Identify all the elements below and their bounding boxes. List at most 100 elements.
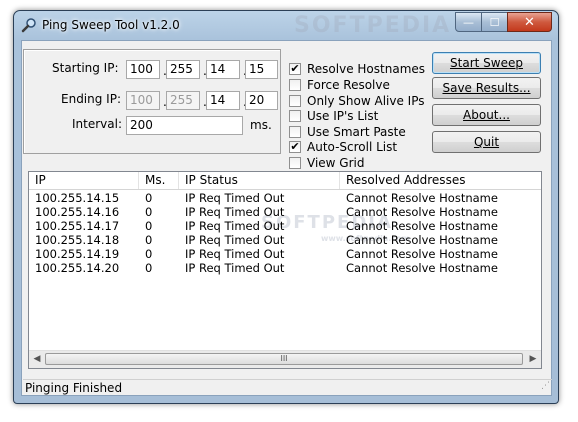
status-bar: Pinging Finished ⋰ (23, 379, 552, 396)
option-label: Force Resolve (307, 78, 390, 92)
cell-status: IP Req Timed Out (185, 261, 285, 275)
option-label: Only Show Alive IPs (307, 94, 425, 108)
cell-resolved: Cannot Resolve Hostname (346, 219, 498, 233)
minimize-button[interactable]: — (455, 12, 482, 32)
client-area: Starting IP: 100 . 255 . 14 . 15 Ending … (21, 40, 552, 396)
start-sweep-label: Start Sweep (450, 56, 523, 70)
ending-ip-octet-1: 100 (126, 91, 160, 110)
table-row[interactable]: 100.255.14.15 0 IP Req Timed Out Cannot … (29, 191, 530, 205)
window-title: Ping Sweep Tool v1.2.0 (42, 18, 180, 32)
option-resolve-hostnames[interactable]: ✔ Resolve Hostnames (289, 61, 425, 77)
cell-resolved: Cannot Resolve Hostname (346, 261, 498, 275)
about-button[interactable]: About... (432, 104, 541, 126)
ending-ip-octet-4[interactable]: 20 (245, 91, 278, 110)
scroll-right-icon[interactable]: ▶ (526, 353, 540, 366)
ending-ip-octet-2: 255 (166, 91, 200, 110)
cell-ms: 0 (145, 219, 153, 233)
results-header: IP Ms. IP Status Resolved Addresses (29, 172, 541, 190)
option-force-resolve[interactable]: Force Resolve (289, 77, 390, 93)
save-results-button[interactable]: Save Results... (432, 77, 541, 99)
cell-ip: 100.255.14.15 (35, 191, 120, 205)
maximize-icon: ☐ (489, 15, 500, 29)
option-label: Auto-Scroll List (307, 140, 398, 154)
cell-status: IP Req Timed Out (185, 205, 285, 219)
checkbox[interactable]: ✔ (289, 63, 301, 75)
cell-resolved: Cannot Resolve Hostname (346, 247, 498, 261)
horizontal-scrollbar[interactable]: ◀ III ▶ (29, 350, 541, 368)
ending-ip-label: Ending IP: (61, 92, 121, 106)
minimize-icon: — (463, 15, 474, 29)
checkbox[interactable]: ✔ (289, 141, 301, 153)
magnifier-icon (21, 18, 36, 33)
option-only-show-alive[interactable]: Only Show Alive IPs (289, 93, 425, 109)
maximize-button[interactable]: ☐ (481, 12, 508, 32)
cell-ip: 100.255.14.20 (35, 261, 120, 275)
table-row[interactable]: 100.255.14.17 0 IP Req Timed Out Cannot … (29, 219, 530, 233)
results-list[interactable]: IP Ms. IP Status Resolved Addresses SOFT… (28, 171, 542, 369)
scroll-left-icon[interactable]: ◀ (30, 353, 44, 366)
option-label: Resolve Hostnames (307, 62, 426, 76)
cell-ms: 0 (145, 233, 153, 247)
about-label: About... (463, 108, 510, 122)
cell-status: IP Req Timed Out (185, 247, 285, 261)
starting-ip-octet-4[interactable]: 15 (245, 60, 278, 79)
cell-status: IP Req Timed Out (185, 233, 285, 247)
cell-ms: 0 (145, 191, 153, 205)
cell-status: IP Req Timed Out (185, 191, 285, 205)
option-auto-scroll[interactable]: ✔ Auto-Scroll List (289, 139, 397, 155)
starting-ip-octet-1[interactable]: 100 (126, 60, 160, 79)
results-rows: 100.255.14.15 0 IP Req Timed Out Cannot … (29, 191, 530, 275)
title-bar[interactable]: Ping Sweep Tool v1.2.0 SOFTPEDIA — ☐ ✕ (14, 11, 558, 39)
cell-ms: 0 (145, 247, 153, 261)
cell-ip: 100.255.14.18 (35, 233, 120, 247)
table-row[interactable]: 100.255.14.16 0 IP Req Timed Out Cannot … (29, 205, 530, 219)
checkbox[interactable] (289, 110, 301, 122)
app-window: Ping Sweep Tool v1.2.0 SOFTPEDIA — ☐ ✕ S… (13, 10, 559, 404)
column-header-status[interactable]: IP Status (179, 172, 340, 189)
option-use-ips-list[interactable]: Use IP's List (289, 108, 378, 124)
quit-label: Quit (473, 135, 500, 149)
starting-ip-octet-2[interactable]: 255 (166, 60, 200, 79)
cell-ms: 0 (145, 205, 153, 219)
table-row[interactable]: 100.255.14.20 0 IP Req Timed Out Cannot … (29, 261, 530, 275)
checkbox[interactable] (289, 79, 301, 91)
checkbox[interactable] (289, 126, 301, 138)
quit-button[interactable]: Quit (432, 131, 541, 153)
option-use-smart-paste[interactable]: Use Smart Paste (289, 124, 406, 140)
interval-input[interactable]: 200 (126, 116, 243, 135)
cell-ip: 100.255.14.17 (35, 219, 120, 233)
ending-ip-octet-3[interactable]: 14 (206, 91, 240, 110)
option-view-grid[interactable]: View Grid (289, 155, 364, 171)
start-sweep-button[interactable]: Start Sweep (432, 52, 541, 74)
cell-resolved: Cannot Resolve Hostname (346, 205, 498, 219)
cell-ip: 100.255.14.19 (35, 247, 120, 261)
status-text: Pinging Finished (25, 381, 123, 395)
cell-ms: 0 (145, 261, 153, 275)
option-label: Use Smart Paste (307, 125, 406, 139)
column-header-ip[interactable]: IP (29, 172, 139, 189)
table-row[interactable]: 100.255.14.18 0 IP Req Timed Out Cannot … (29, 233, 530, 247)
watermark-title: SOFTPEDIA (294, 13, 452, 38)
checkbox[interactable] (289, 95, 301, 107)
save-results-label: Save Results... (442, 81, 531, 95)
starting-ip-label: Starting IP: (52, 61, 119, 75)
close-icon: ✕ (524, 14, 535, 30)
column-header-ms[interactable]: Ms. (139, 172, 179, 189)
table-row[interactable]: 100.255.14.19 0 IP Req Timed Out Cannot … (29, 247, 530, 261)
interval-label: Interval: (72, 117, 122, 131)
cell-resolved: Cannot Resolve Hostname (346, 191, 498, 205)
window-controls: — ☐ ✕ (455, 12, 552, 32)
cell-resolved: Cannot Resolve Hostname (346, 233, 498, 247)
ip-range-group: Starting IP: 100 . 255 . 14 . 15 Ending … (23, 49, 281, 154)
resize-grip-icon[interactable]: ⋰ (541, 378, 550, 394)
close-button[interactable]: ✕ (507, 12, 552, 32)
column-header-resolved[interactable]: Resolved Addresses (340, 172, 541, 189)
interval-unit: ms. (250, 118, 272, 132)
checkbox[interactable] (289, 157, 301, 169)
option-label: Use IP's List (307, 109, 379, 123)
scroll-thumb[interactable]: III (45, 353, 523, 365)
cell-status: IP Req Timed Out (185, 219, 285, 233)
starting-ip-octet-3[interactable]: 14 (206, 60, 240, 79)
cell-ip: 100.255.14.16 (35, 205, 120, 219)
option-label: View Grid (307, 156, 365, 170)
